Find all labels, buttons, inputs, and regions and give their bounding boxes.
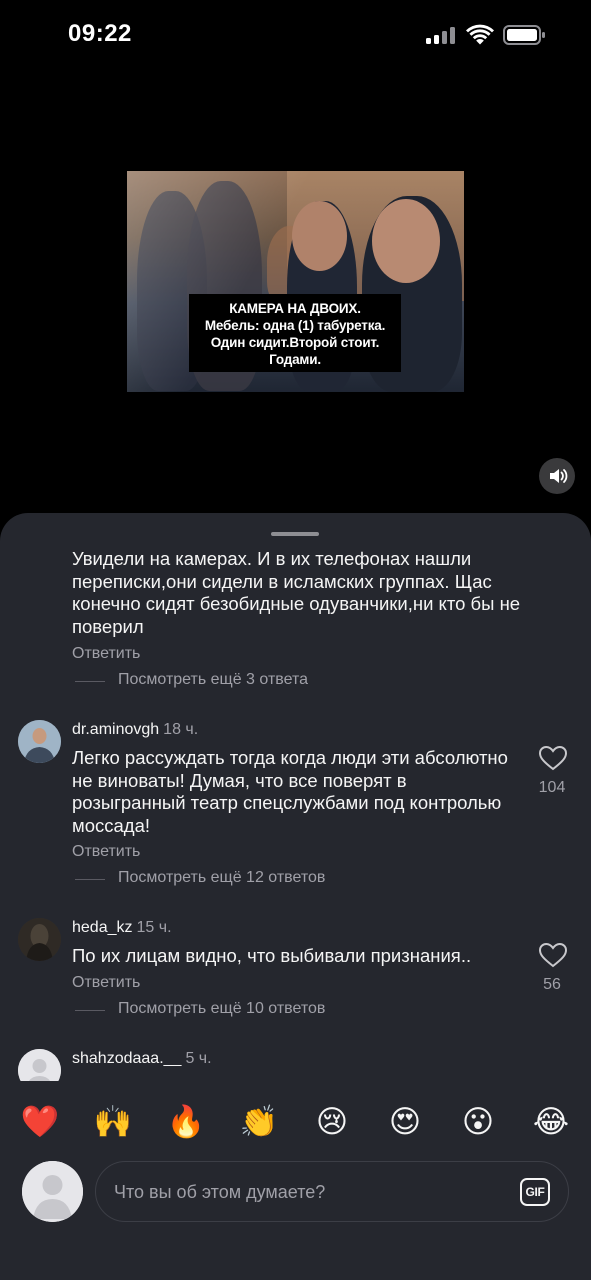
reaction-clap[interactable]: 👏 bbox=[237, 1100, 281, 1144]
post-media[interactable]: КАМЕРА НА ДВОИХ. Мебель: одна (1) табуре… bbox=[0, 70, 591, 520]
avatar[interactable] bbox=[18, 720, 61, 763]
gif-button[interactable]: GIF bbox=[520, 1178, 550, 1206]
comment-time: 15 ч. bbox=[136, 919, 172, 936]
quick-reactions-bar: ❤️ 🙌 🔥 👏 😢 😍 😮 😂 bbox=[0, 1100, 591, 1144]
default-avatar-icon bbox=[18, 1049, 61, 1081]
comment-text: По их лицам видно, что выбивали признани… bbox=[72, 945, 472, 966]
reply-button[interactable]: Ответить bbox=[72, 645, 140, 663]
reaction-laughing[interactable]: 😂 bbox=[529, 1100, 573, 1144]
speaker-icon bbox=[550, 469, 568, 483]
reaction-surprised[interactable]: 😮 bbox=[456, 1100, 500, 1144]
heart-icon[interactable] bbox=[538, 942, 568, 968]
replies-divider bbox=[75, 1010, 105, 1011]
comment-input-placeholder[interactable]: Что вы об этом думаете? bbox=[114, 1182, 325, 1203]
comment-text: Увидели на камерах. И в их телефонах наш… bbox=[72, 548, 521, 637]
reply-button[interactable]: Ответить bbox=[72, 974, 140, 992]
reaction-raised-hands[interactable]: 🙌 bbox=[91, 1100, 135, 1144]
view-replies-button[interactable]: Посмотреть ещё 12 ответов bbox=[118, 869, 325, 887]
comment-input[interactable]: Что вы об этом думаете? GIF bbox=[95, 1161, 569, 1222]
heart-icon[interactable] bbox=[538, 745, 568, 771]
battery-icon bbox=[503, 25, 545, 45]
reaction-heart-eyes[interactable]: 😍 bbox=[383, 1100, 427, 1144]
username[interactable]: shahzodaaa.__ bbox=[72, 1050, 181, 1067]
status-bar: 09:22 bbox=[0, 0, 591, 70]
comment-author[interactable]: shahzodaaa.__ 5 ч. bbox=[72, 1050, 212, 1068]
my-avatar bbox=[22, 1161, 83, 1222]
sheet-grabber[interactable] bbox=[271, 532, 319, 536]
meme-line: Мебель: одна (1) табуретка. bbox=[204, 318, 386, 333]
view-replies-button[interactable]: Посмотреть ещё 3 ответа bbox=[118, 671, 308, 689]
username[interactable]: dr.aminovgh bbox=[72, 721, 159, 738]
meme-line: Годами. bbox=[269, 352, 321, 367]
post-image: КАМЕРА НА ДВОИХ. Мебель: одна (1) табуре… bbox=[127, 171, 464, 392]
view-replies-button[interactable]: Посмотреть ещё 10 ответов bbox=[118, 1000, 325, 1018]
replies-divider bbox=[75, 681, 105, 682]
user-photo-icon bbox=[18, 918, 61, 961]
comment-author[interactable]: dr.aminovgh 18 ч. bbox=[72, 721, 198, 739]
replies-divider bbox=[75, 879, 105, 880]
reaction-fire[interactable]: 🔥 bbox=[164, 1100, 208, 1144]
avatar[interactable] bbox=[18, 1049, 61, 1081]
reply-button[interactable]: Ответить bbox=[72, 843, 140, 861]
meme-line: КАМЕРА НА ДВОИХ. bbox=[229, 301, 361, 316]
status-time: 09:22 bbox=[68, 20, 132, 47]
reaction-heart[interactable]: ❤️ bbox=[18, 1100, 62, 1144]
username[interactable]: heda_kz bbox=[72, 919, 133, 936]
reaction-crying[interactable]: 😢 bbox=[310, 1100, 354, 1144]
wifi-icon bbox=[466, 24, 494, 45]
comment-time: 5 ч. bbox=[185, 1050, 212, 1067]
sound-toggle-button[interactable] bbox=[539, 458, 575, 494]
default-avatar-icon bbox=[22, 1161, 83, 1222]
comment-time: 18 ч. bbox=[163, 721, 199, 738]
user-photo-icon bbox=[18, 720, 61, 763]
comment-author[interactable]: heda_kz 15 ч. bbox=[72, 919, 172, 937]
avatar[interactable] bbox=[18, 918, 61, 961]
meme-line: Один сидит.Второй стоит. bbox=[210, 335, 380, 350]
comment-text: Легко рассуждать тогда когда люди эти аб… bbox=[72, 747, 508, 836]
like-count: 104 bbox=[538, 779, 566, 796]
meme-caption: КАМЕРА НА ДВОИХ. Мебель: одна (1) табуре… bbox=[189, 294, 401, 372]
cellular-signal-icon bbox=[426, 26, 456, 44]
like-count: 56 bbox=[543, 976, 561, 993]
comments-list[interactable]: Увидели на камерах. И в их телефонах наш… bbox=[0, 543, 591, 1081]
